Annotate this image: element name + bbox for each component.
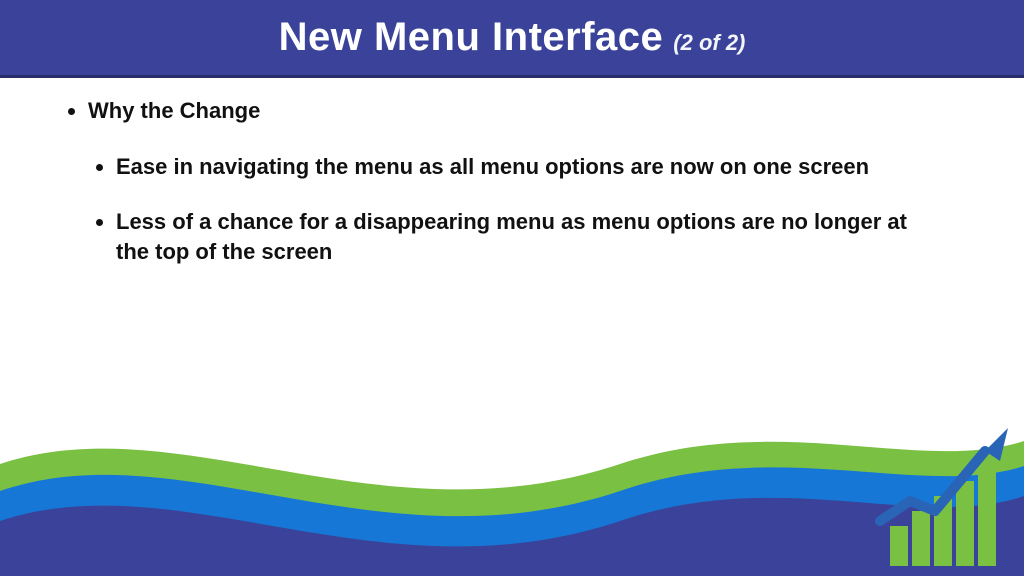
slide-title: New Menu Interface xyxy=(279,15,664,60)
wave-navy xyxy=(0,461,1024,576)
sub-bullet-list: Ease in navigating the menu as all menu … xyxy=(70,152,954,267)
wave-blue xyxy=(0,461,1024,546)
slide-header: New Menu Interface (2 of 2) xyxy=(0,0,1024,78)
sub-bullet-item: Ease in navigating the menu as all menu … xyxy=(116,152,946,182)
slide: New Menu Interface (2 of 2) Why the Chan… xyxy=(0,0,1024,576)
slide-body: Why the Change Ease in navigating the me… xyxy=(0,78,1024,267)
arrow-head-icon xyxy=(985,428,1008,461)
wave-green xyxy=(0,441,1024,516)
bullet-list: Why the Change xyxy=(70,96,954,126)
sub-bullet-item: Less of a chance for a disappearing menu… xyxy=(116,207,946,266)
growth-chart-icon xyxy=(880,428,1008,566)
footer-wave-graphic xyxy=(0,366,1024,576)
bullet-heading: Why the Change xyxy=(88,96,954,126)
slide-page-indicator: (2 of 2) xyxy=(673,30,745,56)
arrow-line-icon xyxy=(880,451,985,521)
slide-title-group: New Menu Interface (2 of 2) xyxy=(279,15,746,60)
